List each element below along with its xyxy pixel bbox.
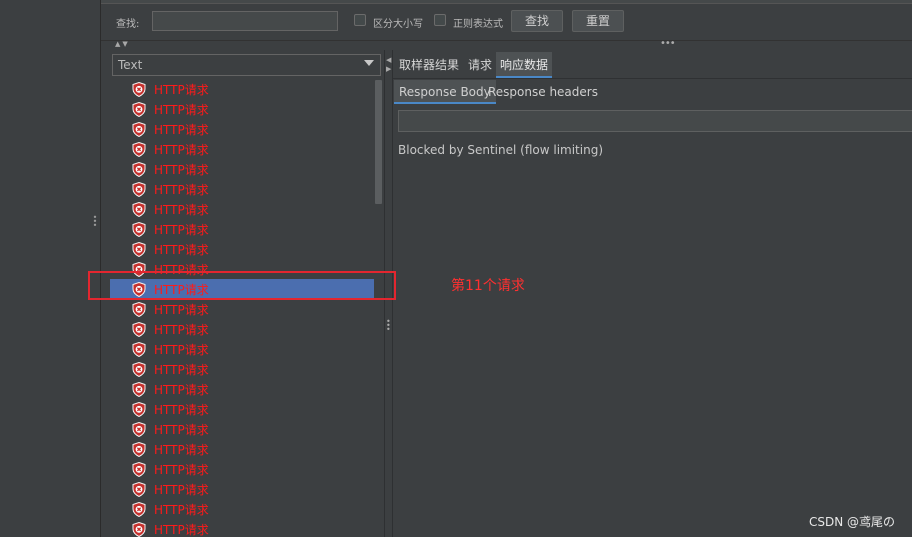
tree-item-label: HTTP请求 xyxy=(154,183,209,197)
find-button[interactable]: 查找 xyxy=(511,10,563,32)
tree-item[interactable]: HTTP请求 xyxy=(110,159,374,179)
tree-item[interactable]: HTTP请求 xyxy=(110,459,374,479)
error-shield-icon xyxy=(132,81,146,98)
collapse-arrows-icon[interactable]: ▲▼ xyxy=(115,40,130,48)
error-shield-icon xyxy=(132,421,146,438)
subtab-response-headers[interactable]: Response headers xyxy=(483,80,603,104)
search-input[interactable] xyxy=(152,11,338,31)
response-search-field[interactable] xyxy=(398,110,912,132)
sample-result-tree: HTTP请求 HTTP请求 HTTP请求 HTTP请求 HTTP请求 HTTP请求 HTTP… xyxy=(110,80,374,537)
renderer-select-value: Text xyxy=(118,58,143,72)
tree-item-label: HTTP请求 xyxy=(154,103,209,117)
tree-item-label: HTTP请求 xyxy=(154,343,209,357)
tree-item[interactable]: HTTP请求 xyxy=(110,379,374,399)
tree-item[interactable]: HTTP请求 xyxy=(110,399,374,419)
error-shield-icon xyxy=(132,521,146,537)
tree-item[interactable]: HTTP请求 xyxy=(110,439,374,459)
horizontal-splitter[interactable] xyxy=(101,41,912,50)
error-shield-icon xyxy=(132,441,146,458)
tree-scrollbar-thumb[interactable] xyxy=(375,80,382,204)
error-shield-icon xyxy=(132,401,146,418)
jmeter-view-results-tree: • • • 查找: 区分大小写 正则表达式 查找 重置 ▲▼ ••• Text HT… xyxy=(0,0,912,537)
tab-response-data[interactable]: 响应数据 xyxy=(496,52,553,78)
regex-label: 正则表达式 xyxy=(453,19,503,30)
tree-item-label: HTTP请求 xyxy=(154,523,209,537)
tree-item-label: HTTP请求 xyxy=(154,203,209,217)
tree-item-label: HTTP请求 xyxy=(154,303,209,317)
subtab-response-body[interactable]: Response Body xyxy=(394,80,496,104)
tree-item[interactable]: HTTP请求 xyxy=(110,519,374,537)
left-gutter xyxy=(0,0,91,537)
case-sensitive-label: 区分大小写 xyxy=(373,19,423,30)
tree-item[interactable]: HTTP请求 xyxy=(110,319,374,339)
error-shield-icon xyxy=(132,301,146,318)
tree-item[interactable]: HTTP请求 xyxy=(110,219,374,239)
collapse-arrows-icon[interactable]: ◀ ▶ xyxy=(386,56,391,74)
tree-item-label: HTTP请求 xyxy=(154,383,209,397)
tree-item-label: HTTP请求 xyxy=(154,403,209,417)
tree-item-label: HTTP请求 xyxy=(154,243,209,257)
error-shield-icon xyxy=(132,161,146,178)
error-shield-icon xyxy=(132,181,146,198)
error-shield-icon xyxy=(132,201,146,218)
tree-item[interactable]: HTTP请求 xyxy=(110,359,374,379)
tree-item-label: HTTP请求 xyxy=(154,363,209,377)
error-shield-icon xyxy=(132,341,146,358)
tree-item[interactable]: HTTP请求 xyxy=(110,99,374,119)
tree-item-label: HTTP请求 xyxy=(154,483,209,497)
tree-item-label: HTTP请求 xyxy=(154,443,209,457)
error-shield-icon xyxy=(132,381,146,398)
tree-item-label: HTTP请求 xyxy=(154,143,209,157)
tree-item-label: HTTP请求 xyxy=(154,83,209,97)
error-shield-icon xyxy=(132,241,146,258)
search-label: 查找: xyxy=(116,19,140,30)
error-shield-icon xyxy=(132,361,146,378)
error-shield-icon xyxy=(132,481,146,498)
tree-item[interactable]: HTTP请求 xyxy=(110,299,374,319)
tree-item-label: HTTP请求 xyxy=(154,423,209,437)
tree-item[interactable]: HTTP请求 xyxy=(110,339,374,359)
tree-item[interactable]: HTTP请求 xyxy=(110,499,374,519)
reset-button[interactable]: 重置 xyxy=(572,10,624,32)
renderer-select[interactable] xyxy=(112,54,381,76)
annotation-label: 第11个请求 xyxy=(451,278,525,294)
splitter-grip-icon[interactable]: ••• xyxy=(386,318,391,334)
error-shield-icon xyxy=(132,221,146,238)
tree-item[interactable]: HTTP请求 xyxy=(110,179,374,199)
tree-item-label: HTTP请求 xyxy=(154,163,209,177)
highlight-box xyxy=(88,271,396,300)
tree-item-label: HTTP请求 xyxy=(154,123,209,137)
tab-request[interactable]: 请求 xyxy=(464,52,496,78)
tree-item[interactable]: HTTP请求 xyxy=(110,199,374,219)
tree-item[interactable]: HTTP请求 xyxy=(110,80,374,99)
top-edge xyxy=(101,0,912,4)
tree-item[interactable]: HTTP请求 xyxy=(110,119,374,139)
splitter-grip-icon[interactable]: ••• xyxy=(92,214,98,230)
chevron-down-icon[interactable] xyxy=(364,60,374,66)
error-shield-icon xyxy=(132,121,146,138)
tree-item[interactable]: HTTP请求 xyxy=(110,479,374,499)
error-shield-icon xyxy=(132,461,146,478)
watermark: CSDN @鸢尾の xyxy=(809,515,896,529)
response-body-text: Blocked by Sentinel (flow limiting) xyxy=(398,143,604,157)
error-shield-icon xyxy=(132,141,146,158)
error-shield-icon xyxy=(132,501,146,518)
tree-item-label: HTTP请求 xyxy=(154,323,209,337)
tree-item[interactable]: HTTP请求 xyxy=(110,419,374,439)
tabs-divider xyxy=(393,78,912,79)
regex-checkbox[interactable] xyxy=(434,14,446,26)
tree-item[interactable]: HTTP请求 xyxy=(110,239,374,259)
error-shield-icon xyxy=(132,101,146,118)
case-sensitive-checkbox[interactable] xyxy=(354,14,366,26)
left-splitter[interactable] xyxy=(90,0,101,537)
tab-sampler-result[interactable]: 取样器结果 xyxy=(395,52,463,78)
tree-item[interactable]: HTTP请求 xyxy=(110,139,374,159)
splitter-grip-icon[interactable]: ••• xyxy=(660,38,676,49)
tree-item-label: HTTP请求 xyxy=(154,463,209,477)
tree-item-label: HTTP请求 xyxy=(154,503,209,517)
error-shield-icon xyxy=(132,321,146,338)
tree-item-label: HTTP请求 xyxy=(154,223,209,237)
